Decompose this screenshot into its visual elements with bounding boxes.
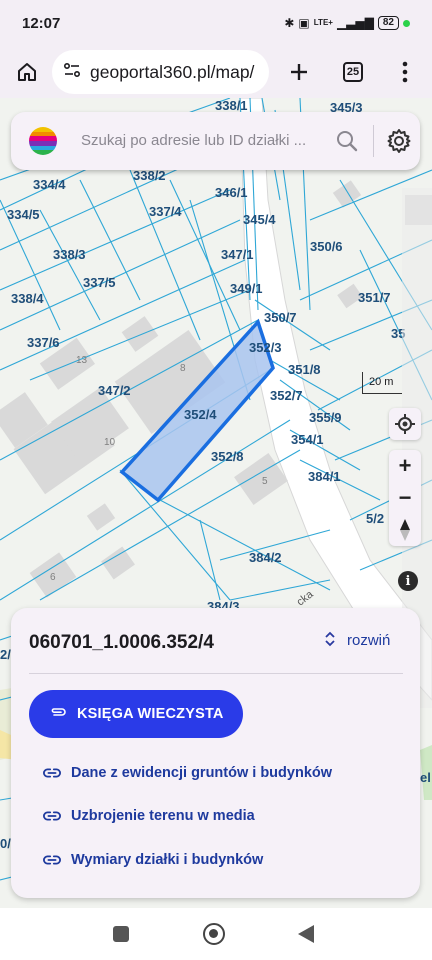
building-number: 5 (262, 476, 268, 487)
link-label: Wymiary działki i budynków (71, 852, 264, 868)
browser-toolbar: geoportal360.pl/map/ 25 (0, 46, 432, 98)
land-register-button[interactable]: KSIĘGA WIECZYSTA (29, 690, 243, 738)
system-nav-bar (0, 908, 432, 960)
plot-label: 345/4 (243, 212, 276, 227)
building-number: 6 (50, 572, 56, 583)
plot-label: 337/4 (149, 204, 182, 219)
plot-label: 350/6 (310, 239, 343, 254)
plot-label: 338/2 (133, 168, 166, 183)
plot-label: 347/1 (221, 247, 254, 262)
parcel-id: 060701_1.0006.352/4 (29, 632, 214, 653)
search-icon[interactable] (333, 127, 361, 155)
building-number: 8 (180, 363, 186, 374)
card-divider (29, 673, 403, 674)
back-icon[interactable] (298, 925, 314, 943)
lte-label: LTE+ (313, 18, 333, 27)
expand-button[interactable]: rozwiń (325, 631, 390, 650)
search-divider (373, 125, 374, 157)
plot-label: 352/3 (249, 340, 282, 355)
plot-label: 352/7 (270, 388, 303, 403)
plot-label: 5/2 (366, 511, 384, 526)
plot-label: 351/8 (288, 362, 321, 377)
plot-label: 384/2 (249, 550, 282, 565)
plot-label: 338/3 (53, 247, 86, 262)
plot-label: 338/4 (11, 291, 44, 306)
site-settings-icon[interactable] (62, 60, 82, 85)
plot-label: 2/ (0, 647, 11, 662)
compass-icon[interactable] (389, 514, 421, 546)
link-icon (43, 811, 61, 821)
url-text: geoportal360.pl/map/ (90, 61, 255, 82)
parcel-card: 060701_1.0006.352/4 rozwiń KSIĘGA WIECZY… (11, 608, 420, 898)
land-register-label: KSIĘGA WIECZYSTA (77, 706, 224, 722)
plot-label: 352/4 (184, 407, 217, 422)
status-time: 12:07 (22, 14, 61, 32)
zoom-out-icon[interactable]: − (389, 482, 421, 514)
signal-icon: ▁▃▅▇ (336, 16, 374, 30)
zoom-controls: + − (389, 450, 421, 546)
more-vert-icon[interactable] (388, 55, 422, 89)
plot-label: 337/6 (27, 335, 60, 350)
info-icon[interactable]: i (398, 571, 418, 591)
recents-icon[interactable] (113, 926, 129, 942)
expand-label: rozwiń (347, 632, 391, 649)
plot-label: el (420, 770, 431, 785)
plot-label: 334/5 (7, 207, 40, 222)
address-bar[interactable]: geoportal360.pl/map/ (52, 50, 269, 94)
geoportal-logo[interactable] (29, 127, 57, 155)
home-button-icon[interactable] (203, 923, 225, 945)
tabs-icon: 25 (343, 62, 363, 82)
volte-icon: ▣ (298, 16, 310, 30)
link-utilities[interactable]: Uzbrojenie terenu w media (43, 807, 255, 825)
link-land-records[interactable]: Dane z ewidencji gruntów i budynków (43, 764, 332, 782)
link-label: Dane z ewidencji gruntów i budynków (71, 765, 333, 781)
building-number: 13 (76, 355, 88, 366)
scale-bar: 20 m (362, 372, 402, 394)
plot-label: 355/9 (309, 410, 342, 425)
battery-indicator: 82 (377, 16, 399, 30)
plot-label: 350/7 (264, 310, 297, 325)
plot-label: 354/1 (291, 432, 324, 447)
tabs-button[interactable]: 25 (336, 55, 370, 89)
zoom-in-icon[interactable]: + (389, 450, 421, 482)
plot-label: 338/1 (215, 98, 248, 113)
attachment-icon (49, 705, 67, 723)
link-icon (43, 768, 61, 778)
new-tab-icon[interactable] (282, 55, 316, 89)
app-root: 12:07 ✱ ▣ LTE+ ▁▃▅▇ 82 geoportal360.pl/m… (0, 0, 432, 960)
plot-label: 352/8 (211, 449, 244, 464)
plot-label: 347/2 (98, 383, 131, 398)
bluetooth-icon: ✱ (284, 16, 295, 30)
plot-label: 0/ (0, 836, 11, 851)
plot-label: 346/1 (215, 185, 248, 200)
link-label: Uzbrojenie terenu w media (71, 808, 255, 824)
search-input[interactable]: Szukaj po adresie lub ID działki ... (81, 132, 306, 149)
plot-label: 334/4 (33, 177, 66, 192)
home-icon[interactable] (10, 55, 44, 89)
privacy-dot-icon (403, 19, 410, 27)
status-indicators: ✱ ▣ LTE+ ▁▃▅▇ 82 (284, 16, 410, 30)
plot-label: 349/1 (230, 281, 263, 296)
search-bar[interactable]: Szukaj po adresie lub ID działki ... (11, 112, 420, 170)
locate-icon[interactable] (389, 408, 421, 440)
plot-label: 384/1 (308, 469, 341, 484)
plot-label: 351/7 (358, 290, 391, 305)
plot-label: 337/5 (83, 275, 116, 290)
gear-icon[interactable] (386, 128, 414, 156)
link-dimensions[interactable]: Wymiary działki i budynków (43, 851, 263, 869)
link-icon (43, 855, 61, 865)
status-bar: 12:07 ✱ ▣ LTE+ ▁▃▅▇ 82 (0, 0, 432, 46)
unfold-icon (325, 631, 335, 650)
building-number: 10 (104, 437, 116, 448)
